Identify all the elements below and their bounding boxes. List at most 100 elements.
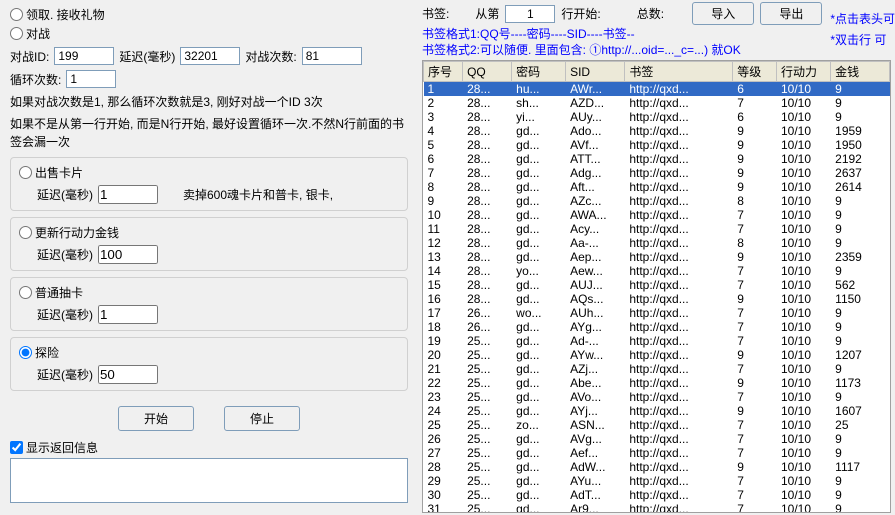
battle-id-input[interactable] (54, 47, 114, 65)
table-row[interactable]: 2525...zo...ASN...http://qxd...710/1025 (424, 418, 890, 432)
table-row[interactable]: 1925...gd...Ad-...http://qxd...710/109 (424, 334, 890, 348)
table-row[interactable]: 2225...gd...Abe...http://qxd...910/10117… (424, 376, 890, 390)
adventure-delay-input[interactable] (98, 365, 158, 384)
table-cell: AUJ... (566, 278, 625, 292)
table-row[interactable]: 2325...gd...AVo...http://qxd...710/109 (424, 390, 890, 404)
table-row[interactable]: 1228...gd...Aa-...http://qxd...810/109 (424, 236, 890, 250)
table-cell: 8 (733, 194, 777, 208)
table-cell: AZD... (566, 96, 625, 110)
show-log-checkbox[interactable] (10, 441, 23, 454)
table-row[interactable]: 2625...gd...AVg...http://qxd...710/109 (424, 432, 890, 446)
table-cell: gd... (512, 376, 566, 390)
table-row[interactable]: 528...gd...AVf...http://qxd...910/101950 (424, 138, 890, 152)
sell-note: 卖掉600魂卡片和普卡, 银卡, (183, 186, 333, 203)
table-cell: 7 (733, 222, 777, 236)
col-header[interactable]: 书签 (625, 62, 733, 82)
table-cell: 2614 (831, 180, 890, 194)
col-header[interactable]: QQ (463, 62, 512, 82)
row-start-label: 行开始: (561, 5, 600, 22)
table-row[interactable]: 128...hu...AWr...http://qxd...610/109 (424, 82, 890, 97)
table-row[interactable]: 2725...gd...Aef...http://qxd...710/109 (424, 446, 890, 460)
table-row[interactable]: 428...gd...Ado...http://qxd...910/101959 (424, 124, 890, 138)
table-row[interactable]: 2025...gd...AYw...http://qxd...910/10120… (424, 348, 890, 362)
battle-delay-input[interactable] (180, 47, 240, 65)
table-row[interactable]: 2825...gd...AdW...http://qxd...910/10111… (424, 460, 890, 474)
table-cell: 28... (463, 138, 512, 152)
col-header[interactable]: 等级 (733, 62, 777, 82)
table-cell: 9 (831, 306, 890, 320)
table-row[interactable]: 2925...gd...AYu...http://qxd...710/109 (424, 474, 890, 488)
battle-count-input[interactable] (302, 47, 362, 65)
radio-receive-gift[interactable] (10, 8, 23, 21)
table-cell: 9 (831, 82, 890, 97)
radio-adventure[interactable] (19, 346, 32, 359)
col-header[interactable]: 密码 (512, 62, 566, 82)
table-row[interactable]: 1726...wo...AUh...http://qxd...710/109 (424, 306, 890, 320)
table-row[interactable]: 728...gd...Adg...http://qxd...910/102637 (424, 166, 890, 180)
table-cell: 10/10 (776, 236, 830, 250)
table-row[interactable]: 3125...gd...Ar9...http://qxd...710/109 (424, 502, 890, 513)
table-cell: 25... (463, 502, 512, 513)
table-cell: AWr... (566, 82, 625, 97)
table-row[interactable]: 3025...gd...AdT...http://qxd...710/109 (424, 488, 890, 502)
table-row[interactable]: 828...gd...Aft...http://qxd...910/102614 (424, 180, 890, 194)
table-cell: 9 (424, 194, 463, 208)
log-area[interactable] (10, 458, 408, 503)
help-text-2: 如果不是从第一行开始, 而是N行开始, 最好设置循环一次.不然N行前面的书签会漏… (10, 115, 408, 151)
table-row[interactable]: 1128...gd...Acy...http://qxd...710/109 (424, 222, 890, 236)
table-cell: 9 (831, 194, 890, 208)
radio-sell-card[interactable] (19, 166, 32, 179)
radio-receive-gift-label: 领取. 接收礼物 (26, 6, 105, 23)
refresh-delay-input[interactable] (98, 245, 158, 264)
table-cell: gd... (512, 222, 566, 236)
table-row[interactable]: 1826...gd...AYg...http://qxd...710/109 (424, 320, 890, 334)
table-cell: 20 (424, 348, 463, 362)
loop-count-input[interactable] (66, 70, 116, 88)
table-wrap[interactable]: 序号QQ密码SID书签等级行动力金钱 128...hu...AWr...http… (422, 60, 891, 513)
table-cell: 28... (463, 166, 512, 180)
table-cell: 3 (424, 110, 463, 124)
table-row[interactable]: 1028...gd...AWA...http://qxd...710/109 (424, 208, 890, 222)
table-row[interactable]: 928...gd...AZc...http://qxd...810/109 (424, 194, 890, 208)
table-cell: 28... (463, 264, 512, 278)
table-cell: http://qxd... (625, 124, 733, 138)
table-row[interactable]: 1628...gd...AQs...http://qxd...910/10115… (424, 292, 890, 306)
table-row[interactable]: 228...sh...AZD...http://qxd...710/109 (424, 96, 890, 110)
col-header[interactable]: 行动力 (776, 62, 830, 82)
table-cell: 25... (463, 418, 512, 432)
table-cell: 29 (424, 474, 463, 488)
table-cell: http://qxd... (625, 96, 733, 110)
radio-battle[interactable] (10, 27, 23, 40)
table-row[interactable]: 328...yi...AUy...http://qxd...610/109 (424, 110, 890, 124)
radio-refresh[interactable] (19, 226, 32, 239)
normal-delay-input[interactable] (98, 305, 158, 324)
table-row[interactable]: 2425...gd...AYj...http://qxd...910/10160… (424, 404, 890, 418)
radio-normal-draw[interactable] (19, 286, 32, 299)
table-cell: gd... (512, 250, 566, 264)
table-row[interactable]: 1328...gd...Aep...http://qxd...910/10235… (424, 250, 890, 264)
table-cell: AYg... (566, 320, 625, 334)
table-row[interactable]: 2125...gd...AZj...http://qxd...710/109 (424, 362, 890, 376)
table-cell: 30 (424, 488, 463, 502)
start-button[interactable]: 开始 (118, 406, 194, 431)
table-cell: 9 (831, 334, 890, 348)
table-row[interactable]: 1528...gd...AUJ...http://qxd...710/10562 (424, 278, 890, 292)
table-cell: 10/10 (776, 348, 830, 362)
col-header[interactable]: SID (566, 62, 625, 82)
stop-button[interactable]: 停止 (224, 406, 300, 431)
import-button[interactable]: 导入 (692, 2, 754, 25)
table-cell: 9 (831, 96, 890, 110)
export-button[interactable]: 导出 (760, 2, 822, 25)
table-cell: 28... (463, 96, 512, 110)
table-row[interactable]: 1428...yo...Aew...http://qxd...710/109 (424, 264, 890, 278)
sell-card-section: 出售卡片 延迟(毫秒) 卖掉600魂卡片和普卡, 银卡, (10, 157, 408, 211)
sell-delay-input[interactable] (98, 185, 158, 204)
table-cell: 7 (733, 264, 777, 278)
table-cell: 5 (424, 138, 463, 152)
table-cell: 7 (733, 96, 777, 110)
col-header[interactable]: 金钱 (831, 62, 890, 82)
col-header[interactable]: 序号 (424, 62, 463, 82)
table-row[interactable]: 628...gd...ATT...http://qxd...910/102192 (424, 152, 890, 166)
table-cell: 31 (424, 502, 463, 513)
from-row-input[interactable] (505, 5, 555, 23)
